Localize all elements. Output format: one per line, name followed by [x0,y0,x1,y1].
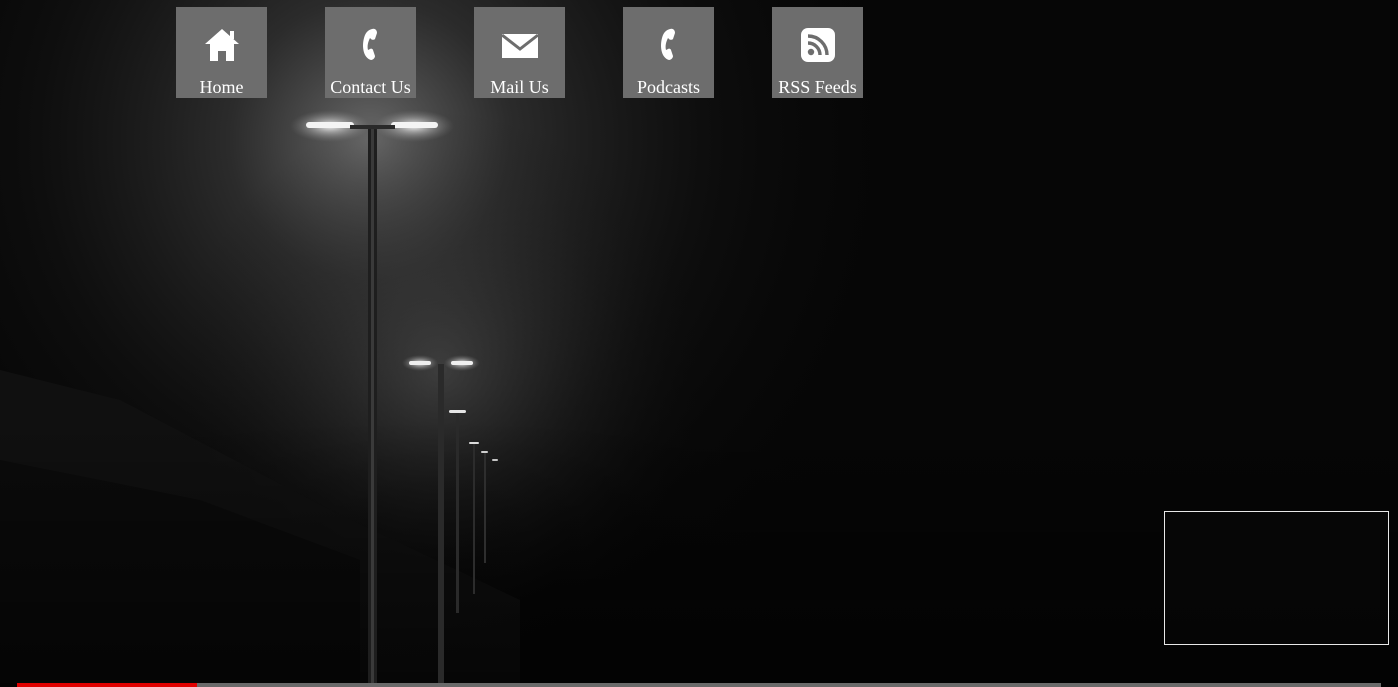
video-progress-bar[interactable] [17,683,1381,687]
nav-home-button[interactable]: Home [176,7,267,98]
rss-icon [772,25,863,65]
phone-icon [623,25,714,65]
nav-contact-button[interactable]: Contact Us [325,7,416,98]
nav-contact-label: Contact Us [330,77,411,97]
mail-icon [474,25,565,65]
home-icon [176,25,267,65]
nav-mail-label: Mail Us [490,77,549,97]
top-navigation: Home Contact Us Mail Us Podcasts RSS Fee… [0,0,1398,100]
video-overlay-box[interactable] [1164,511,1389,645]
nav-rss-button[interactable]: RSS Feeds [772,7,863,98]
video-progress-fill [17,683,198,687]
nav-mail-button[interactable]: Mail Us [474,7,565,98]
phone-icon [325,25,416,65]
nav-podcasts-button[interactable]: Podcasts [623,7,714,98]
nav-rss-label: RSS Feeds [778,77,857,97]
video-stage[interactable]: Home Contact Us Mail Us Podcasts RSS Fee… [0,0,1398,687]
nav-home-label: Home [199,77,244,97]
nav-podcasts-label: Podcasts [637,77,700,97]
